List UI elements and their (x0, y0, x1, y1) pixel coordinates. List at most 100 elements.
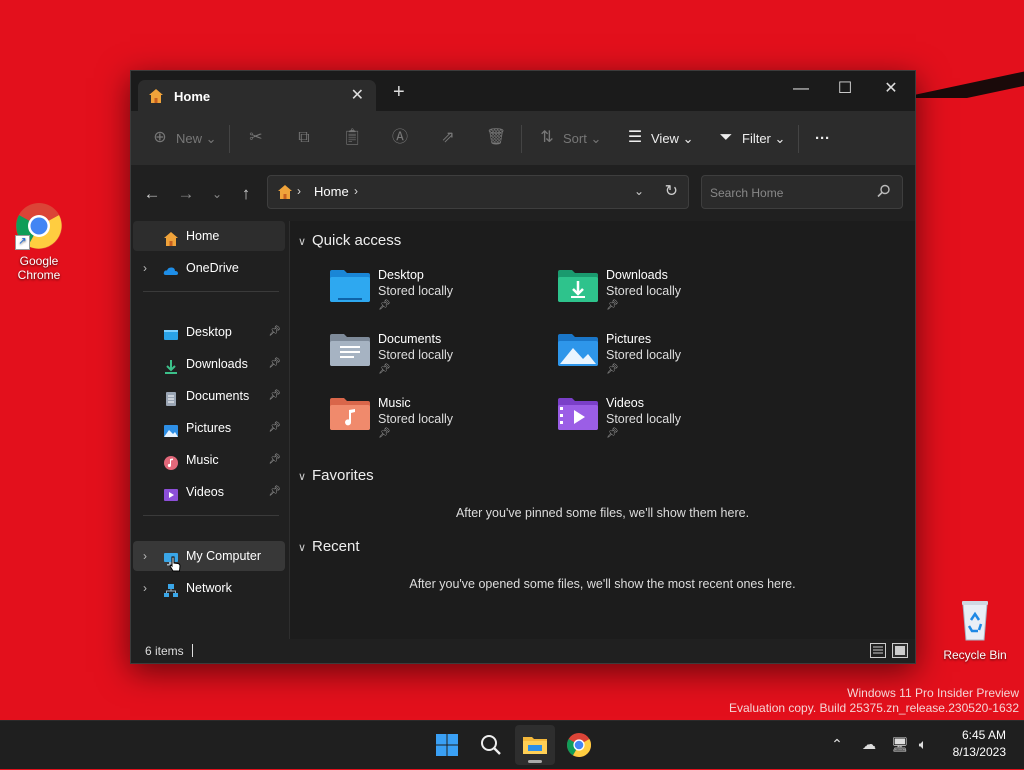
home-icon (163, 228, 179, 246)
sort-button[interactable]: Sort ⌄ (563, 129, 601, 149)
network-status-icon[interactable]: 🖥︎ (890, 734, 910, 754)
recent-empty-message: After you've opened some files, we'll sh… (409, 577, 796, 591)
music-icon (163, 452, 179, 470)
pin-icon[interactable]: 📌︎ (268, 413, 281, 443)
content-pane: ∨ Quick access Desktop Stored locally 📌︎ … (290, 221, 915, 639)
pin-icon[interactable]: 📌︎ (268, 477, 281, 507)
maximize-button[interactable]: ☐ (823, 75, 867, 103)
close-window-button[interactable]: ✕ (869, 75, 913, 103)
favorites-empty-message: After you've pinned some files, we'll sh… (455, 506, 750, 520)
sidebar-item-downloads[interactable]: Downloads 📌︎ (133, 349, 285, 379)
section-favorites[interactable]: ∨ Favorites (298, 467, 374, 484)
recent-locations-button[interactable]: ⌄ (206, 183, 228, 205)
folder-status: Stored locally (378, 348, 454, 362)
sidebar-item-documents[interactable]: Documents 📌︎ (133, 381, 285, 411)
chevron-down-icon[interactable]: ∨ (298, 235, 312, 248)
new-button[interactable]: New ⌄ (176, 129, 217, 149)
close-tab-icon[interactable]: ✕ (351, 85, 364, 105)
sidebar-item-my-computer[interactable]: › My Computer (133, 541, 285, 573)
sidebar-item-label: Downloads (186, 357, 248, 371)
details-view-button[interactable] (870, 643, 886, 658)
search-icon[interactable] (876, 183, 892, 199)
watermark-line: Windows 11 Pro Insider Preview (847, 686, 1019, 700)
item-count: 6 items (145, 644, 184, 658)
search-box[interactable] (701, 175, 903, 209)
filter-button[interactable]: Filter ⌄ (742, 129, 785, 149)
breadcrumb-chevron-icon[interactable]: › (354, 184, 358, 198)
address-dropdown-icon[interactable]: ⌄ (634, 184, 644, 198)
chevron-right-icon[interactable]: › (143, 253, 147, 283)
onedrive-offline-icon[interactable]: ☁︎ (859, 734, 879, 754)
delete-icon[interactable]: 🗑︎ (486, 128, 506, 148)
sidebar-item-label: Videos (186, 485, 224, 499)
rename-icon[interactable]: Ⓐ (390, 128, 410, 148)
title-bar[interactable]: Home ✕ + — ☐ ✕ (131, 71, 915, 111)
share-icon[interactable]: ⇗ (438, 128, 458, 148)
sidebar-item-videos[interactable]: Videos 📌︎ (133, 477, 285, 507)
sidebar-item-label: Pictures (186, 421, 232, 435)
cut-icon[interactable]: ✂ (246, 128, 266, 148)
sidebar-item-desktop[interactable]: Desktop 📌︎ (133, 317, 285, 347)
navigation-pane: Home › OneDrive Desktop 📌︎ Downloads 📌︎ (131, 221, 290, 639)
search-input[interactable] (708, 182, 872, 204)
pin-icon[interactable]: 📌︎ (268, 381, 281, 411)
sidebar-item-network[interactable]: › Network (133, 573, 285, 603)
breadcrumb-chevron-icon[interactable]: › (297, 184, 301, 198)
quick-access-downloads[interactable]: Downloads Stored locally 📌︎ (556, 268, 756, 326)
quick-access-documents[interactable]: Documents Stored locally 📌︎ (328, 332, 528, 390)
pin-icon[interactable]: 📌︎ (268, 445, 281, 475)
details-view-icon (873, 646, 883, 654)
start-button[interactable] (427, 725, 467, 765)
back-button[interactable]: ← (141, 183, 163, 205)
volume-icon[interactable]: 🔈︎ (913, 734, 933, 754)
quick-access-videos[interactable]: Videos Stored locally 📌︎ (556, 396, 756, 454)
watermark-line: Evaluation copy. Build 25375.zn_release.… (729, 701, 1019, 715)
quick-access-music[interactable]: Music Stored locally 📌︎ (328, 396, 528, 454)
quick-access-pictures[interactable]: Pictures Stored locally 📌︎ (556, 332, 756, 390)
new-tab-button[interactable]: + (393, 81, 405, 104)
tab-home[interactable]: Home ✕ (138, 80, 376, 111)
view-label: View (651, 131, 679, 146)
more-options-button[interactable]: ··· (815, 129, 830, 149)
chevron-down-icon[interactable]: ∨ (298, 470, 312, 483)
refresh-icon[interactable]: ↻ (665, 181, 678, 201)
sidebar-item-onedrive[interactable]: › OneDrive (133, 253, 285, 283)
home-icon (148, 88, 164, 104)
desktop-icon-recycle-bin[interactable]: Recycle Bin (937, 596, 1013, 662)
breadcrumb-home[interactable]: Home (314, 184, 349, 199)
sidebar-item-music[interactable]: Music 📌︎ (133, 445, 285, 475)
chrome-icon: ↗ (15, 202, 63, 250)
show-hidden-icons-chevron-icon[interactable]: ⌃ (827, 734, 847, 754)
sidebar-item-label: Network (186, 581, 232, 595)
desktop-icon-chrome[interactable]: ↗ Google Chrome (1, 202, 77, 282)
filter-label: Filter (742, 131, 771, 146)
forward-button[interactable]: → (175, 183, 197, 205)
new-icon: ⊕ (153, 129, 167, 146)
folder-status: Stored locally (378, 284, 454, 298)
file-explorer-taskbar-button[interactable] (515, 725, 555, 765)
sidebar-item-home[interactable]: Home (133, 221, 285, 251)
paste-icon[interactable]: 📋︎ (342, 128, 362, 148)
hand-cursor-icon (169, 555, 181, 573)
chrome-taskbar-button[interactable] (559, 725, 599, 765)
search-button[interactable] (471, 725, 511, 765)
section-recent[interactable]: ∨ Recent (298, 538, 360, 555)
system-clock[interactable]: 6:45 AM 8/13/2023 (953, 727, 1006, 761)
chevron-right-icon[interactable]: › (143, 541, 147, 571)
document-icon (163, 388, 179, 406)
section-quick-access[interactable]: ∨ Quick access (298, 232, 401, 249)
address-bar[interactable]: › Home › ⌄ ↻ (267, 175, 689, 209)
minimize-button[interactable]: — (779, 75, 823, 103)
quick-access-desktop[interactable]: Desktop Stored locally 📌︎ (328, 268, 528, 326)
chevron-right-icon[interactable]: › (143, 573, 147, 603)
pin-icon[interactable]: 📌︎ (268, 317, 281, 347)
toolbar-divider (229, 125, 230, 153)
windows-logo-icon (436, 734, 458, 756)
sidebar-item-pictures[interactable]: Pictures 📌︎ (133, 413, 285, 443)
view-button[interactable]: View ⌄ (651, 129, 693, 149)
copy-icon[interactable]: ⧉ (294, 128, 314, 148)
up-button[interactable]: ↑ (235, 183, 257, 205)
chevron-down-icon[interactable]: ∨ (298, 541, 312, 554)
tiles-view-button[interactable] (892, 643, 908, 658)
pin-icon[interactable]: 📌︎ (268, 349, 281, 379)
